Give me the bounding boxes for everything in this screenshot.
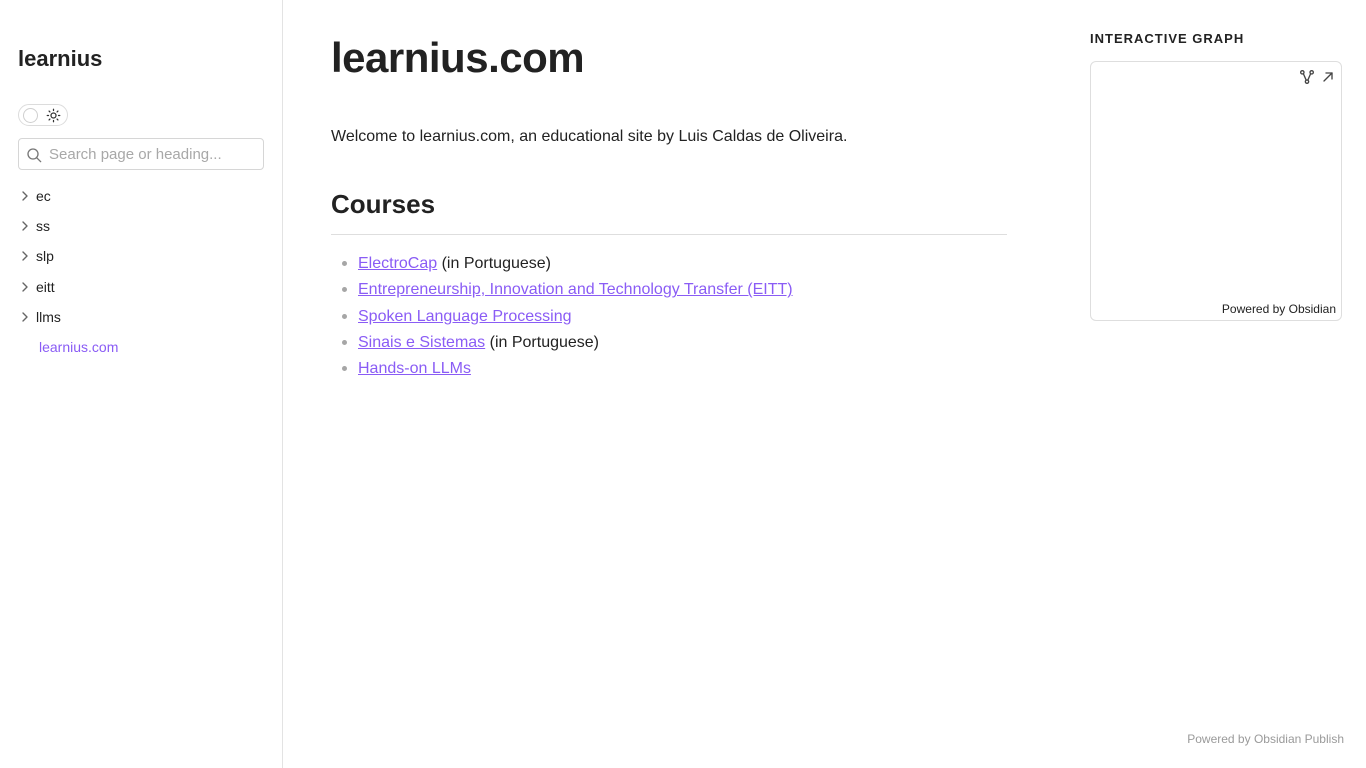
publish-footer[interactable]: Powered by Obsidian Publish: [1187, 732, 1344, 746]
graph-title: INTERACTIVE GRAPH: [1090, 31, 1245, 46]
file-tree: ec ss slp eitt llms learnius.com: [18, 181, 264, 362]
course-link-eitt[interactable]: Entrepreneurship, Innovation and Technol…: [358, 281, 793, 298]
courses-heading: Courses: [331, 189, 1007, 235]
chevron-right-icon: [22, 312, 28, 322]
left-sidebar: learnius ec ss: [0, 0, 283, 768]
sidebar-item-slp[interactable]: slp: [18, 241, 264, 271]
course-link-hands-on-llms[interactable]: Hands-on LLMs: [358, 360, 471, 377]
page-title: learnius.com: [331, 34, 585, 81]
expand-icon[interactable]: [1320, 69, 1336, 85]
chevron-right-icon: [22, 251, 28, 262]
site-name[interactable]: learnius: [18, 46, 102, 72]
graph-powered-by[interactable]: Powered by Obsidian: [1222, 302, 1336, 316]
sidebar-item-llms[interactable]: llms: [18, 302, 264, 332]
search-icon: [27, 148, 42, 163]
sidebar-item-label: ec: [36, 188, 51, 205]
list-item: Entrepreneurship, Innovation and Technol…: [331, 278, 1007, 304]
search-box: [18, 138, 264, 170]
chevron-right-icon: [22, 281, 28, 292]
sidebar-item-label: llms: [36, 308, 61, 325]
course-note: (in Portuguese): [437, 255, 551, 272]
list-item: ElectroCap (in Portuguese): [331, 252, 1007, 278]
list-item: Spoken Language Processing: [331, 305, 1007, 331]
course-link-sinais-e-sistemas[interactable]: Sinais e Sistemas: [358, 334, 485, 351]
course-list: ElectroCap (in Portuguese) Entrepreneurs…: [331, 252, 1007, 383]
sidebar-item-learnius-com[interactable]: learnius.com: [18, 332, 264, 362]
course-link-electrocap[interactable]: ElectroCap: [358, 255, 437, 272]
list-item: Sinais e Sistemas (in Portuguese): [331, 331, 1007, 357]
global-graph-icon[interactable]: [1299, 69, 1315, 85]
search-input[interactable]: [49, 141, 259, 167]
sidebar-item-label: eitt: [36, 278, 55, 295]
sun-icon: [46, 108, 61, 123]
interactive-graph[interactable]: Powered by Obsidian: [1090, 61, 1342, 321]
sidebar-item-label: slp: [36, 248, 54, 265]
toggle-knob: [23, 108, 38, 123]
list-item: Hands-on LLMs: [331, 357, 1007, 383]
sidebar-item-label: ss: [36, 218, 50, 235]
sidebar-item-eitt[interactable]: eitt: [18, 272, 264, 302]
course-note: (in Portuguese): [485, 333, 600, 351]
chevron-right-icon: [22, 221, 28, 231]
intro-paragraph: Welcome to learnius.com, an educational …: [331, 128, 848, 145]
sidebar-item-ec[interactable]: ec: [18, 181, 264, 211]
course-link-slp[interactable]: Spoken Language Processing: [358, 308, 572, 325]
theme-toggle[interactable]: [18, 104, 68, 126]
chevron-right-icon: [22, 191, 28, 201]
sidebar-item-ss[interactable]: ss: [18, 211, 264, 241]
